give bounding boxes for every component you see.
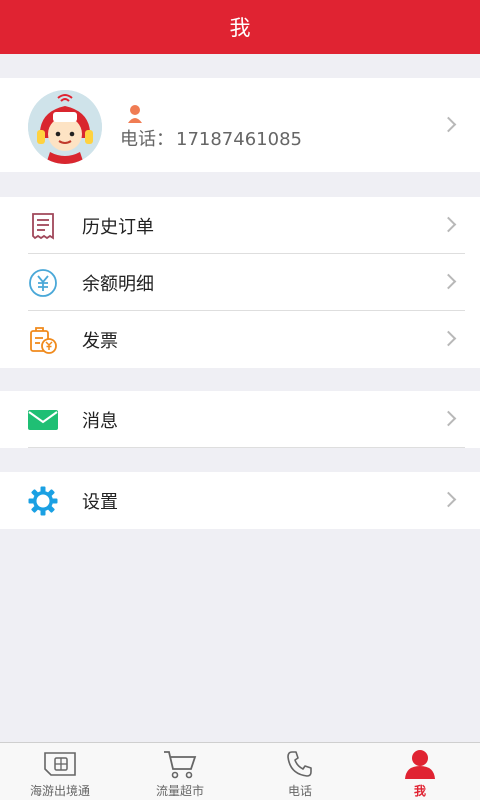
phone-icon <box>282 748 318 780</box>
chevron-right-icon <box>440 410 457 427</box>
yuan-circle-icon <box>28 268 58 298</box>
menu-item-messages[interactable]: 消息 <box>0 391 480 448</box>
tab-label: 电话 <box>287 784 312 798</box>
tab-label: 海游出境通 <box>29 784 90 798</box>
chevron-right-icon <box>440 330 457 347</box>
page-title: 我 <box>229 16 251 40</box>
menu-group-messages: 消息 <box>0 391 480 448</box>
menu-item-history-orders[interactable]: 历史订单 <box>0 197 480 254</box>
sim-card-icon <box>42 748 78 780</box>
tab-haiyou[interactable]: 海游出境通 <box>0 743 120 800</box>
chevron-right-icon <box>440 116 457 133</box>
gear-icon <box>28 486 58 516</box>
menu-item-label: 设置 <box>82 492 118 513</box>
chevron-right-icon <box>440 216 457 233</box>
cart-icon <box>162 748 198 780</box>
menu-group-settings: 设置 <box>0 472 480 529</box>
tab-label: 流量超市 <box>155 784 204 798</box>
divider <box>28 447 465 448</box>
menu-item-balance-details[interactable]: 余额明细 <box>0 254 480 311</box>
top-bar: 我 <box>0 0 480 54</box>
menu-item-label: 消息 <box>82 411 118 432</box>
tab-label: 我 <box>413 784 426 798</box>
tab-phone[interactable]: 电话 <box>240 743 360 800</box>
phone-info: 电话： 17187461085 <box>118 125 302 151</box>
person-icon <box>402 748 438 780</box>
menu-item-settings[interactable]: 设置 <box>0 472 480 529</box>
avatar[interactable] <box>28 90 102 164</box>
phone-number: 17187461085 <box>176 129 302 150</box>
bottom-tab-bar: 海游出境通 流量超市 电话 我 <box>0 742 480 800</box>
menu-item-label: 发票 <box>82 331 118 352</box>
menu-group-orders: 历史订单 余额明细 发票 <box>0 197 480 368</box>
phone-label: 电话： <box>120 129 174 150</box>
menu-item-label: 余额明细 <box>82 274 154 295</box>
chevron-right-icon <box>440 491 457 508</box>
menu-item-label: 历史订单 <box>82 217 154 238</box>
menu-item-invoice[interactable]: 发票 <box>0 311 480 368</box>
receipt-icon <box>28 211 58 241</box>
invoice-icon <box>28 325 58 355</box>
tab-me[interactable]: 我 <box>360 743 480 800</box>
envelope-icon <box>28 405 58 435</box>
chevron-right-icon <box>440 273 457 290</box>
tab-data-market[interactable]: 流量超市 <box>120 743 240 800</box>
